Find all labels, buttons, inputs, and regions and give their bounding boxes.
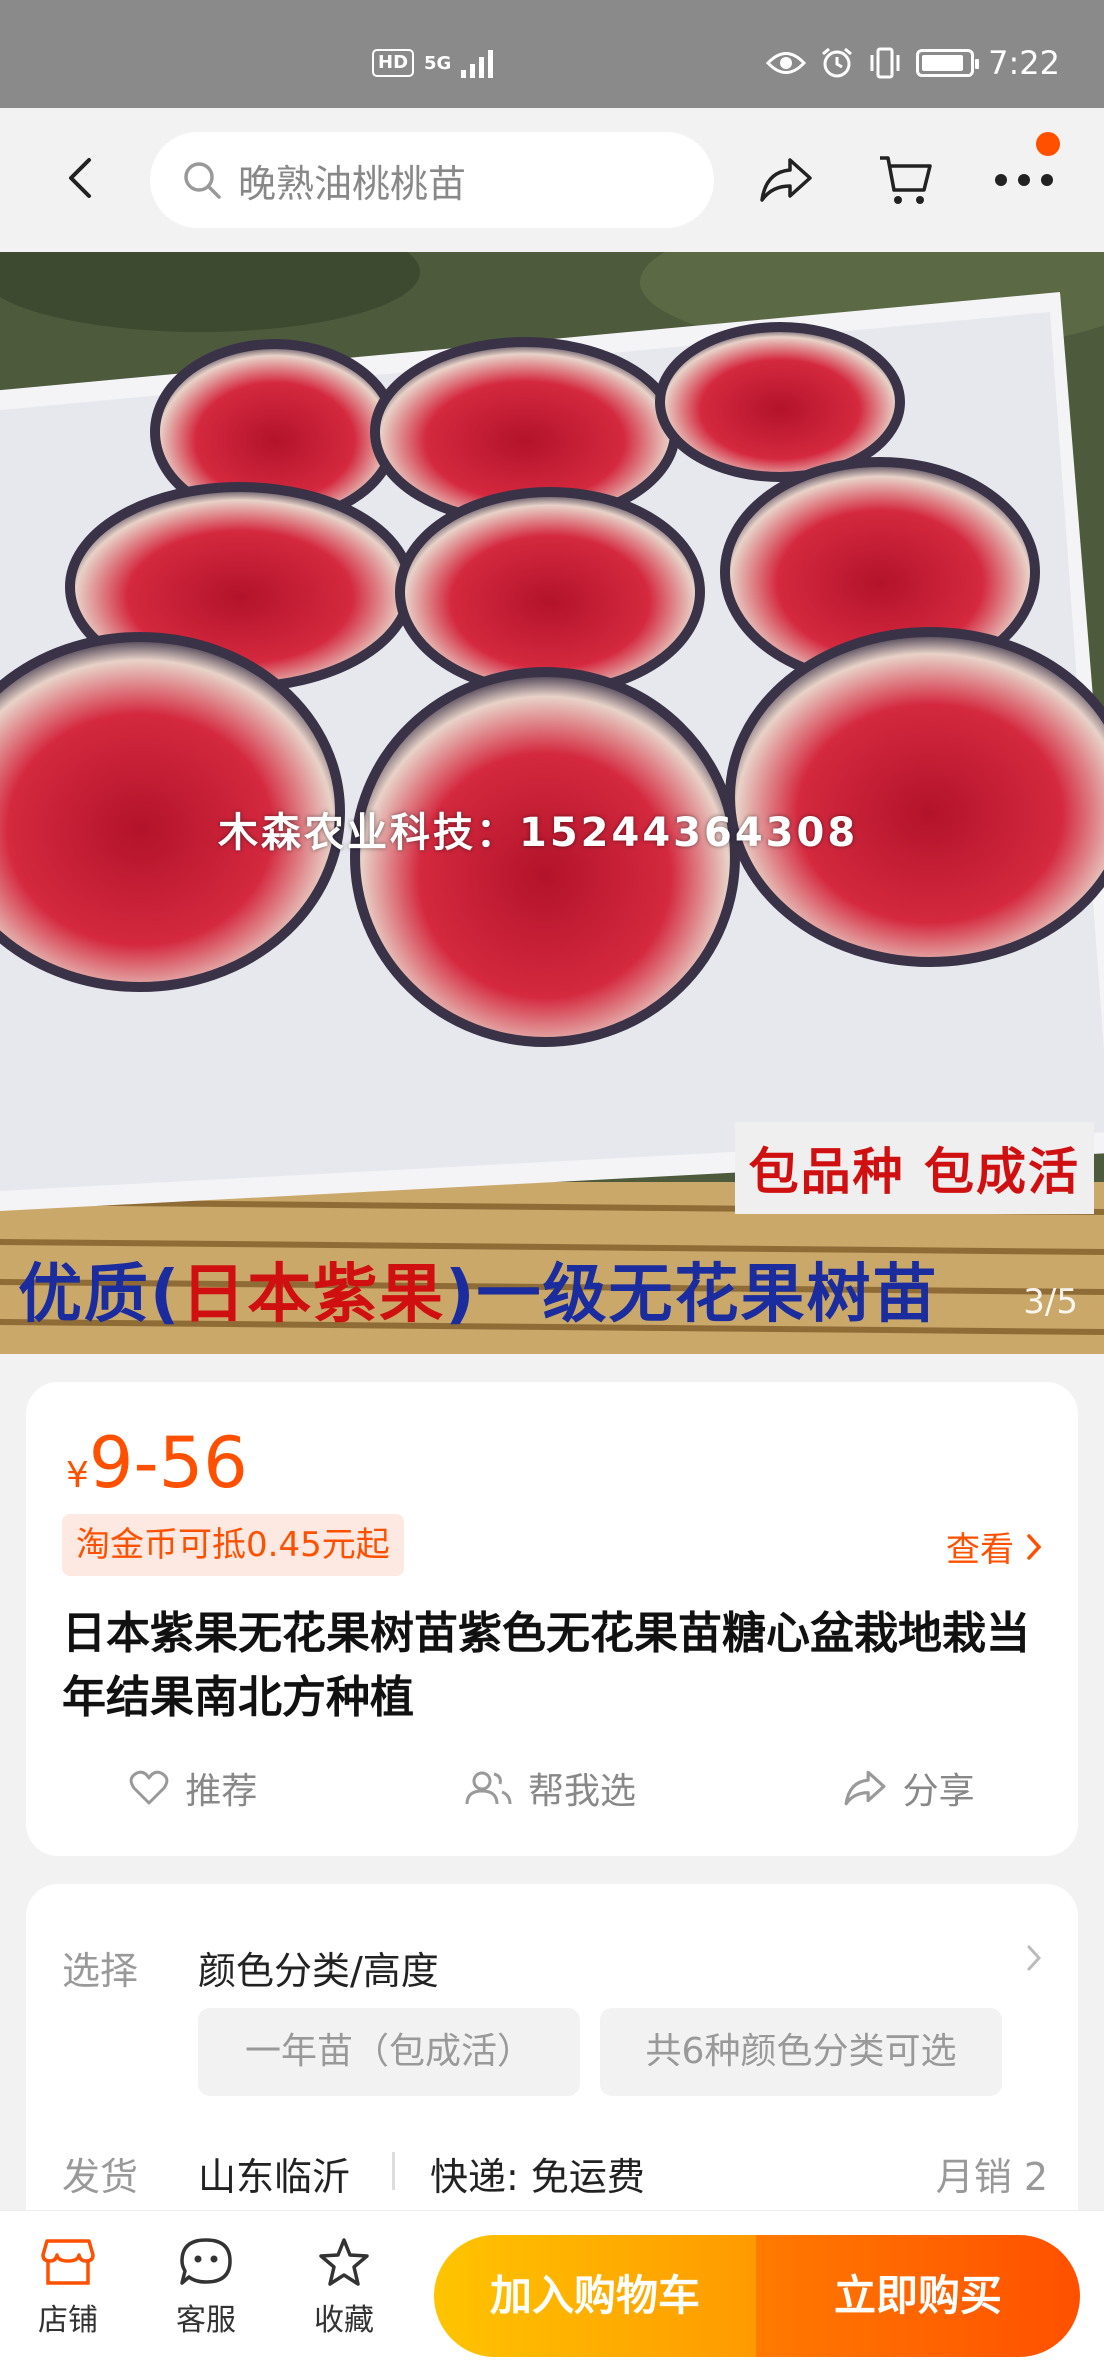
network-indicators: HD 5G bbox=[372, 48, 495, 78]
select-label: 选择 bbox=[62, 1949, 139, 1993]
share-button[interactable] bbox=[752, 146, 820, 214]
carousel-page-indicator: 3/5 bbox=[1023, 1282, 1078, 1322]
share-label: 分享 bbox=[902, 1771, 975, 1812]
help-choose-button[interactable]: 帮我选 bbox=[464, 1762, 636, 1814]
vibrate-icon bbox=[870, 47, 900, 79]
chevron-right-icon[interactable] bbox=[1026, 1944, 1042, 1972]
price-value: 9-56 bbox=[88, 1422, 248, 1504]
chevron-right-icon bbox=[1027, 1533, 1042, 1560]
back-button[interactable] bbox=[50, 148, 110, 208]
sku-chip-more[interactable]: 共6种颜色分类可选 bbox=[600, 2008, 1002, 2096]
monthly-sales: 月销 2 bbox=[935, 2155, 1048, 2199]
banner-part-2: 日本紫果 bbox=[181, 1258, 446, 1332]
coin-discount-tag: 淘金币可抵0.45元起 bbox=[62, 1514, 404, 1576]
star-icon bbox=[319, 2238, 369, 2286]
product-actions: 推荐 帮我选 分享 bbox=[26, 1762, 1078, 1814]
service-label: 客服 bbox=[176, 2303, 236, 2338]
view-link[interactable]: 查看 bbox=[946, 1522, 1042, 1571]
more-icon bbox=[995, 174, 1053, 186]
ship-label: 发货 bbox=[62, 2155, 139, 2199]
signal-icon bbox=[461, 50, 494, 78]
shop-button[interactable]: 店铺 bbox=[18, 2237, 118, 2339]
hd-badge: HD bbox=[372, 49, 415, 77]
people-icon bbox=[465, 1771, 512, 1805]
cart-icon bbox=[880, 156, 932, 204]
promo-badge: 包品种 包成活 bbox=[734, 1122, 1094, 1214]
share-product-button[interactable]: 分享 bbox=[843, 1762, 975, 1814]
alarm-icon bbox=[822, 47, 853, 78]
banner-part-3: )一级无花果树苗 bbox=[445, 1258, 939, 1332]
help-choose-label: 帮我选 bbox=[527, 1771, 636, 1812]
notification-dot bbox=[1036, 132, 1060, 156]
top-nav: 晚熟油桃桃苗 bbox=[0, 108, 1104, 252]
product-info-card: ¥9-56 淘金币可抵0.45元起 查看 日本紫果无花果树苗紫色无花果苗糖心盆栽… bbox=[26, 1382, 1078, 1856]
banner-part-1: 优质( bbox=[18, 1258, 182, 1332]
favorite-label: 收藏 bbox=[314, 2303, 374, 2338]
shop-label: 店铺 bbox=[38, 2303, 98, 2338]
favorite-button[interactable]: 收藏 bbox=[294, 2237, 394, 2339]
bottom-action-bar: 店铺 客服 收藏 加入购物车 立即购买 bbox=[0, 2210, 1104, 2376]
image-watermark: 木森农业科技：15244364308 bbox=[218, 810, 859, 856]
share-icon bbox=[760, 158, 812, 202]
status-bar: HD 5G 7:22 bbox=[0, 0, 1104, 108]
divider bbox=[392, 2152, 395, 2190]
recommend-label: 推荐 bbox=[185, 1771, 258, 1812]
customer-service-button[interactable]: 客服 bbox=[156, 2237, 256, 2339]
image-banner-text: 优质(日本紫果)一级无花果树苗 bbox=[0, 1237, 1104, 1354]
product-title: 日本紫果无花果树苗紫色无花果苗糖心盆栽地栽当年结果南北方种植 bbox=[62, 1608, 1030, 1723]
add-to-cart-button[interactable]: 加入购物车 bbox=[434, 2235, 756, 2357]
view-link-label: 查看 bbox=[946, 1530, 1014, 1570]
signal-label: 5G bbox=[424, 52, 452, 74]
sku-chip[interactable]: 一年苗（包成活） bbox=[198, 2008, 580, 2096]
price: ¥9-56 bbox=[66, 1422, 248, 1504]
search-bar[interactable]: 晚熟油桃桃苗 bbox=[150, 132, 714, 228]
ship-method: 快递: 免运费 bbox=[430, 2155, 645, 2199]
heart-icon bbox=[129, 1770, 169, 1805]
status-right: 7:22 bbox=[766, 44, 1060, 82]
more-button[interactable] bbox=[990, 146, 1058, 214]
currency-symbol: ¥ bbox=[66, 1455, 89, 1496]
ship-location: 山东临沂 bbox=[198, 2155, 351, 2199]
chevron-left-icon bbox=[69, 158, 91, 198]
recommend-button[interactable]: 推荐 bbox=[129, 1762, 257, 1814]
buy-now-button[interactable]: 立即购买 bbox=[756, 2235, 1080, 2357]
eye-icon bbox=[766, 52, 807, 74]
shop-icon bbox=[41, 2239, 95, 2285]
search-icon bbox=[184, 162, 221, 199]
product-image-carousel[interactable]: 木森农业科技：15244364308 包品种 包成活 优质(日本紫果)一级无花果… bbox=[0, 252, 1104, 1354]
clock: 7:22 bbox=[988, 44, 1060, 82]
share-icon bbox=[844, 1770, 886, 1806]
search-input[interactable]: 晚熟油桃桃苗 bbox=[238, 153, 466, 208]
battery-icon bbox=[916, 49, 980, 77]
sku-selector[interactable]: 颜色分类/高度 bbox=[198, 1940, 439, 1995]
cart-button[interactable] bbox=[872, 146, 940, 214]
chat-face-icon bbox=[180, 2238, 232, 2285]
